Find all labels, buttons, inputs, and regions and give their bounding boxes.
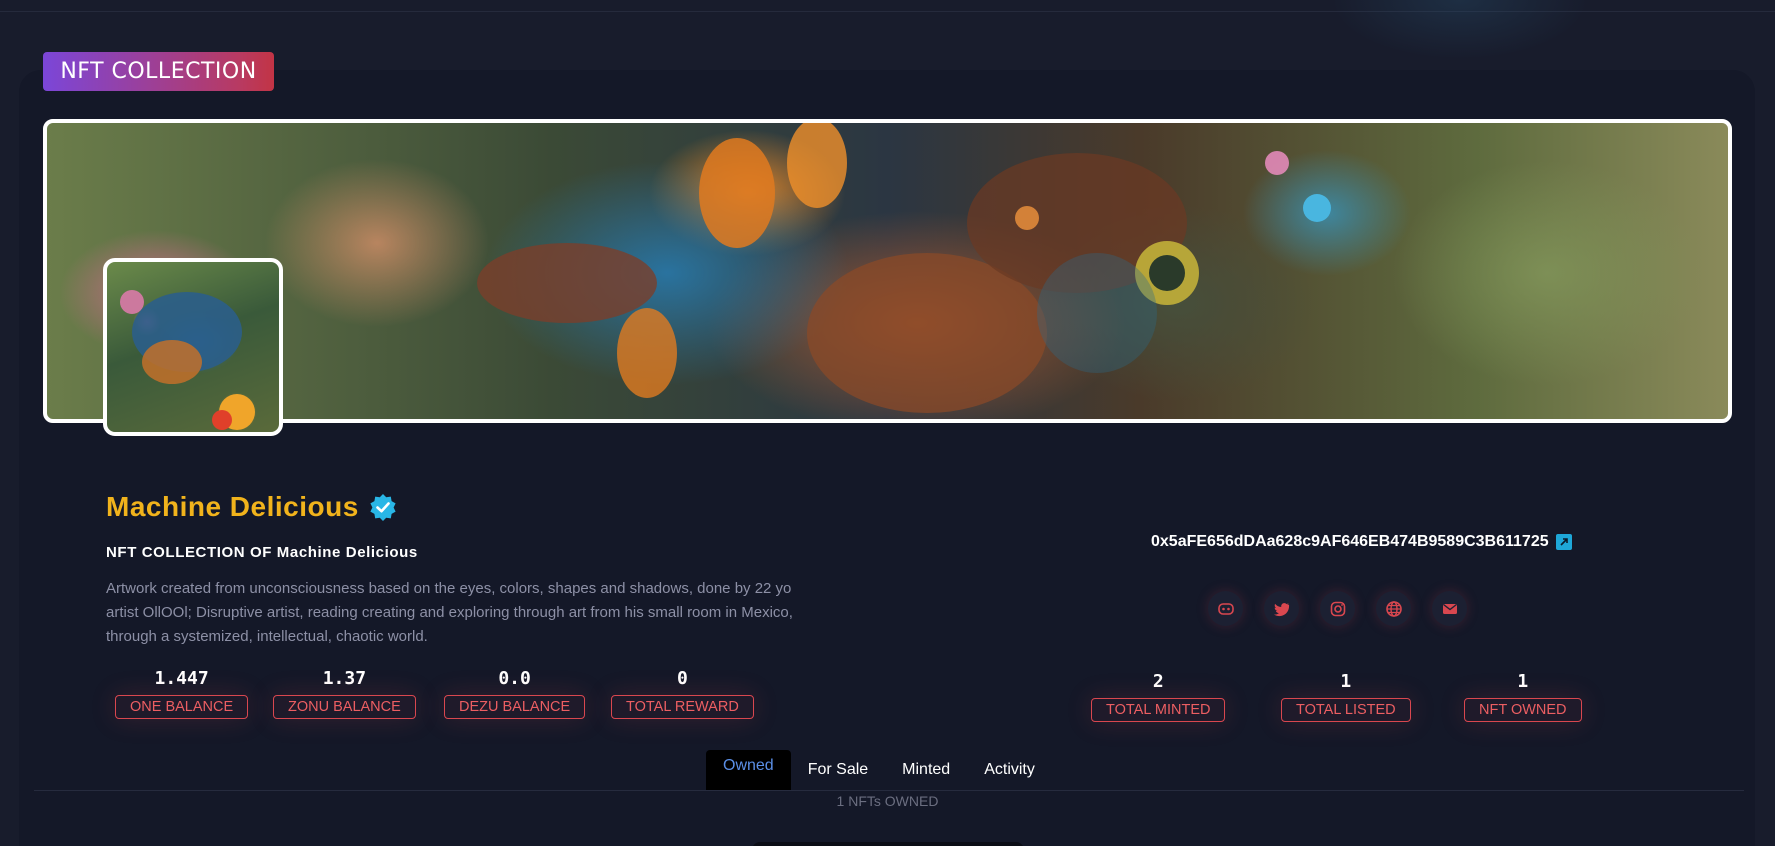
- tab-activity[interactable]: Activity: [967, 750, 1052, 790]
- collection-name-row: Machine Delicious: [106, 491, 397, 523]
- stat-value: 1: [1517, 671, 1529, 692]
- tab-minted[interactable]: Minted: [885, 750, 967, 790]
- email-icon[interactable]: [1432, 591, 1467, 626]
- verified-badge-icon: [370, 494, 396, 521]
- stat-label: ONE BALANCE: [115, 695, 249, 719]
- discord-icon[interactable]: [1208, 591, 1243, 626]
- stat-value: 2: [1152, 671, 1164, 692]
- stat-dezu-balance: 0.0 DEZU BALANCE: [444, 668, 586, 719]
- stat-total-reward: 0 TOTAL REWARD: [611, 668, 754, 719]
- stat-total-minted: 2 TOTAL MINTED: [1091, 671, 1226, 722]
- wallet-address-link[interactable]: 0x5aFE656dDAa628c9AF646EB474B9589C3B6117…: [1151, 533, 1572, 551]
- stat-nft-owned: 1 NFT OWNED: [1464, 671, 1582, 722]
- stat-zonu-balance: 1.37 ZONU BALANCE: [273, 668, 416, 719]
- stat-label: DEZU BALANCE: [444, 695, 586, 719]
- stat-label: TOTAL LISTED: [1281, 698, 1411, 722]
- stat-label: NFT OWNED: [1464, 698, 1582, 722]
- background-glow: [1330, 0, 1590, 60]
- collection-subtitle: NFT COLLECTION OF Machine Delicious: [106, 544, 418, 561]
- instagram-icon[interactable]: [1320, 591, 1355, 626]
- stat-value: 0.0: [498, 668, 531, 689]
- tab-for-sale[interactable]: For Sale: [791, 750, 885, 790]
- stat-value: 0: [676, 668, 688, 689]
- tabs-divider: [34, 790, 1744, 791]
- social-links: [1208, 591, 1467, 626]
- tab-owned[interactable]: Owned: [706, 750, 791, 790]
- stat-value: 1: [1340, 671, 1352, 692]
- twitter-icon[interactable]: [1264, 591, 1299, 626]
- banner-artwork: [477, 123, 1331, 413]
- collection-description: Artwork created from unconsciousness bas…: [106, 580, 793, 645]
- collection-name: Machine Delicious: [106, 491, 359, 522]
- collection-tabs: Owned For Sale Minted Activity: [706, 750, 1052, 790]
- stat-value: 1.447: [154, 668, 209, 689]
- stat-label: TOTAL REWARD: [611, 695, 754, 719]
- owned-count-text: 1 NFTs OWNED: [836, 793, 939, 809]
- avatar-artwork: [120, 290, 255, 430]
- stat-one-balance: 1.447 ONE BALANCE: [115, 668, 249, 719]
- collection-banner-image: [43, 119, 1732, 423]
- external-link-icon[interactable]: [1555, 534, 1572, 550]
- stat-label: TOTAL MINTED: [1091, 698, 1226, 722]
- globe-icon[interactable]: [1376, 591, 1411, 626]
- nft-card-edge: [752, 842, 1024, 846]
- stat-label: ZONU BALANCE: [273, 695, 416, 719]
- collection-avatar-image: [103, 258, 283, 436]
- stat-total-listed: 1 TOTAL LISTED: [1281, 671, 1411, 722]
- section-title-badge: NFT COLLECTION: [43, 52, 274, 91]
- stat-value: 1.37: [322, 668, 367, 689]
- wallet-address: 0x5aFE656dDAa628c9AF646EB474B9589C3B6117…: [1151, 533, 1549, 550]
